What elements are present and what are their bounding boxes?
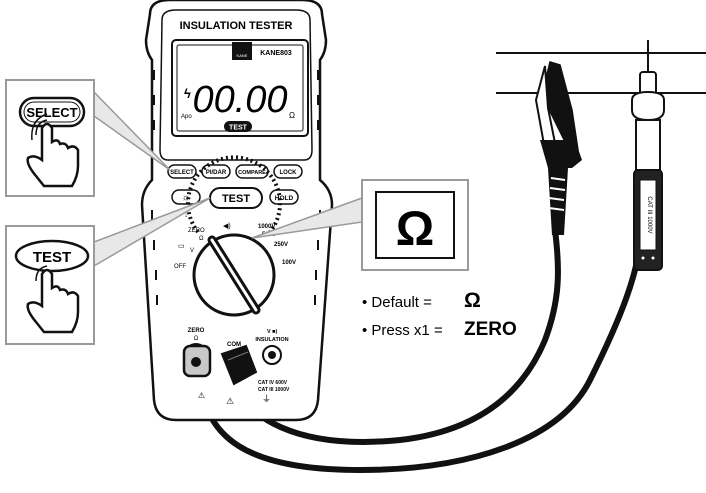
lcd-reading: 00.00	[192, 79, 287, 121]
lock-button-label: LOCK	[280, 170, 298, 176]
note-default-prefix: • Default =	[362, 294, 432, 311]
test-button-label: TEST	[222, 193, 250, 205]
zero-terminal-label: ZERO	[188, 328, 205, 334]
pi-dar-button-label: PI/DAR	[206, 170, 227, 176]
cat-rating-line1: CAT IV 600V	[258, 380, 288, 386]
ohm-callout: Ω	[361, 179, 469, 271]
meter-title: INSULATION TESTER	[180, 20, 293, 32]
multimeter: INSULATION TESTER KANE KANE803 ϟ 00.00 A…	[140, 0, 334, 422]
ohm-callout-symbol: Ω	[396, 203, 434, 256]
select-callout: SELECT	[5, 79, 95, 197]
notes: • Default = Ω • Press x1 = ZERO	[362, 289, 517, 340]
battery-icon: ▭	[178, 243, 185, 250]
compare-button-label: COMPARE	[238, 170, 266, 176]
crocodile-clip	[534, 61, 582, 235]
test-probe: CAT III 1000V	[631, 40, 665, 271]
com-terminal-label: COM	[227, 342, 241, 348]
probe-rating-label: CAT III 1000V	[646, 196, 652, 233]
zero-terminal-sub: Ω	[194, 336, 199, 342]
model-label: KANE803	[260, 50, 292, 57]
dial-label-off: OFF	[174, 264, 186, 270]
test-callout: TEST	[5, 225, 95, 345]
speaker-icon: ◀)	[223, 223, 231, 230]
diagram-canvas: CAT III 1000V INSULATION TESTER KANE KAN…	[0, 0, 706, 488]
lcd-unit: Ω	[289, 111, 295, 120]
zero-plug	[182, 344, 212, 378]
dial-label-1000v: 1000V	[258, 224, 275, 230]
brand-logo-text: KANE	[237, 53, 248, 58]
select-callout-label: SELECT	[26, 105, 77, 120]
meter-diagram: CAT III 1000V INSULATION TESTER KANE KAN…	[5, 0, 706, 474]
dial-label-v: V	[190, 248, 194, 254]
test-callout-label: TEST	[33, 249, 71, 266]
hazard-icon: ϟ	[184, 86, 191, 101]
probe-finger-guard	[631, 90, 665, 122]
fuse-warning-icon: ⚠	[198, 391, 205, 400]
cat-rating-line2: CAT III 1000V	[258, 387, 290, 393]
lcd-test-badge-label: TEST	[229, 125, 248, 132]
dial-label-ohm: Ω	[199, 236, 204, 242]
hold-button-label: HOLD	[275, 195, 294, 202]
note-default-value: Ω	[464, 289, 481, 312]
clip-hinge	[540, 140, 582, 168]
dial-label-zero: ZERO	[188, 228, 205, 234]
note-press-prefix: • Press x1 =	[362, 322, 443, 339]
insulation-terminal-label: INSULATION	[255, 337, 288, 343]
ground-icon: ⏚	[262, 394, 271, 404]
insulation-terminal-sub: V ■|	[267, 329, 278, 335]
warning-icon: ⚠	[226, 396, 234, 406]
lcd-apo: Apo	[181, 114, 192, 120]
select-button-label: SELECT	[170, 170, 194, 176]
note-press-value: ZERO	[464, 319, 517, 340]
dial-label-250v: 250V	[274, 242, 288, 248]
dial-label-100v: 100V	[282, 260, 296, 266]
